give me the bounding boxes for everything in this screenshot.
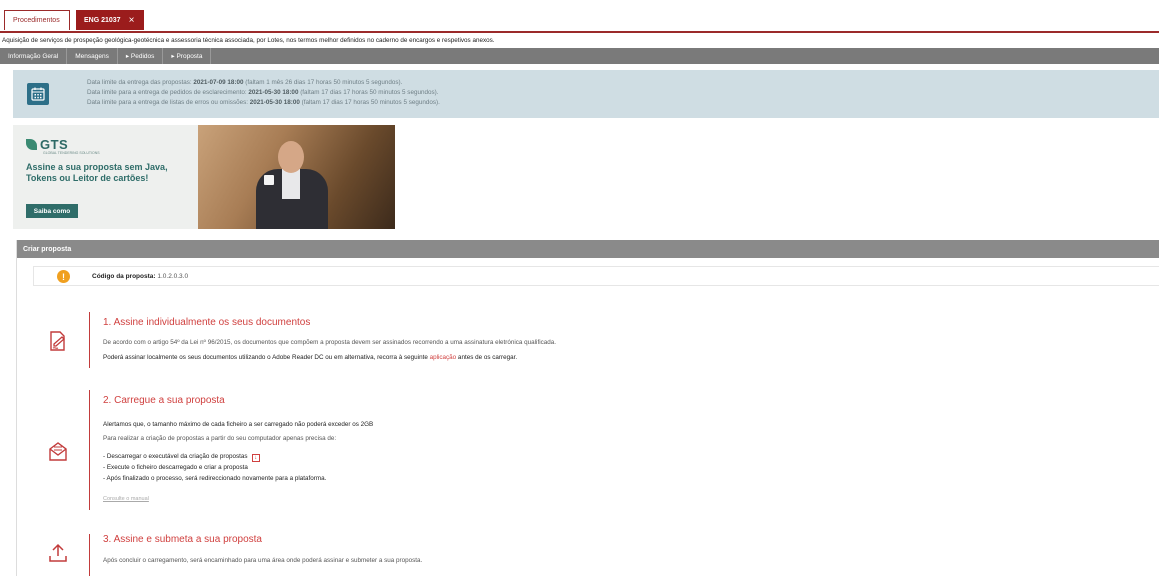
step-2-item-2: - Execute o ficheiro descarregado e cria…: [103, 464, 248, 471]
step-2-title: 2. Carregue a sua proposta: [103, 395, 225, 406]
gts-logo-subtitle: GLOBAL TENDERING SOLUTIONS: [43, 151, 100, 155]
info-icon: !: [57, 270, 70, 283]
step-divider: [89, 312, 90, 368]
consulte-manual-link[interactable]: Consulte o manual: [103, 496, 149, 502]
step-1-title: 1. Assine individualmente os seus docume…: [103, 317, 311, 328]
nav-pedidos[interactable]: ▸ Pedidos: [118, 48, 164, 64]
photo-cup: [264, 175, 274, 185]
deadline-proposals: Data limite da entrega das propostas: 20…: [87, 79, 403, 86]
download-icon[interactable]: ↓: [251, 454, 260, 462]
tab-procedimentos[interactable]: Procedimentos: [4, 10, 70, 30]
tab-current-label: ENG 21037: [84, 16, 121, 24]
banner-headline: Assine a sua proposta sem Java, Tokens o…: [26, 162, 168, 183]
photo-person-shirt: [282, 169, 300, 199]
step-divider: [89, 390, 90, 510]
deadline-clarifications: Data limite para a entrega de pedidos de…: [87, 89, 439, 96]
step-2-item-3: - Após finalizado o processo, será redir…: [103, 475, 327, 482]
step-2-text: Para realizar a criação de propostas a p…: [103, 435, 337, 442]
deadlines-box: Data limite da entrega das propostas: 20…: [13, 70, 1159, 118]
step-2-item-1: - Descarregar o executável da criação de…: [103, 453, 260, 462]
calendar-icon: [27, 83, 49, 105]
upload-envelope-icon: [47, 440, 69, 462]
upload-icon: [47, 542, 69, 564]
gts-logo: GTS: [26, 137, 68, 152]
photo-person-head: [278, 141, 304, 173]
step-3-title: 3. Assine e submeta a sua proposta: [103, 534, 262, 545]
procedure-nav: Informação Geral Mensagens ▸ Pedidos ▸ P…: [0, 48, 1159, 64]
step-3-text: Após concluir o carregamento, será encam…: [103, 557, 423, 564]
nav-informacao-geral[interactable]: Informação Geral: [0, 48, 68, 64]
step-sign-documents: 1. Assine individualmente os seus docume…: [17, 312, 1159, 374]
proposal-code-row: ! Código da proposta: 1.0.2.0.3.0: [33, 266, 1159, 286]
tab-current-procedure[interactable]: ENG 21037 ×: [76, 10, 144, 30]
saiba-como-button[interactable]: Saiba como: [26, 204, 78, 218]
criar-proposta-panel: Criar proposta ! Código da proposta: 1.0…: [16, 240, 1159, 576]
tab-bar: Procedimentos ENG 21037 ×: [0, 0, 1159, 33]
step-2-alert: Alertamos que, o tamanho máximo de cada …: [103, 421, 374, 428]
procedure-subject: Aquisição de serviços de prospeção geoló…: [2, 37, 495, 44]
tab-procedimentos-label: Procedimentos: [13, 17, 60, 24]
panel-title: Criar proposta: [17, 240, 1159, 258]
step-upload-proposal: 2. Carregue a sua proposta Alertamos que…: [17, 390, 1159, 510]
step-divider: [89, 534, 90, 576]
manual-link-row: Consulte o manual: [103, 495, 149, 502]
nav-mensagens[interactable]: Mensagens: [67, 48, 118, 64]
banner-photo: [198, 125, 395, 229]
sign-document-icon: [47, 330, 69, 352]
step-1-text-2: Poderá assinar localmente os seus docume…: [103, 354, 518, 361]
aplicacao-link[interactable]: aplicação: [430, 354, 457, 361]
step-1-text: De acordo com o artigo 54º da Lei nº 96/…: [103, 339, 556, 346]
nav-proposta[interactable]: ▸ Proposta: [163, 48, 212, 64]
gts-banner[interactable]: GTS GLOBAL TENDERING SOLUTIONS Assine a …: [13, 125, 395, 229]
deadline-errors: Data limite para a entrega de listas de …: [87, 99, 440, 106]
step-sign-submit: 3. Assine e submeta a sua proposta Após …: [17, 530, 1159, 576]
gts-leaf-icon: [26, 139, 37, 150]
close-icon[interactable]: ×: [129, 15, 135, 26]
proposal-code: Código da proposta: 1.0.2.0.3.0: [92, 273, 189, 280]
